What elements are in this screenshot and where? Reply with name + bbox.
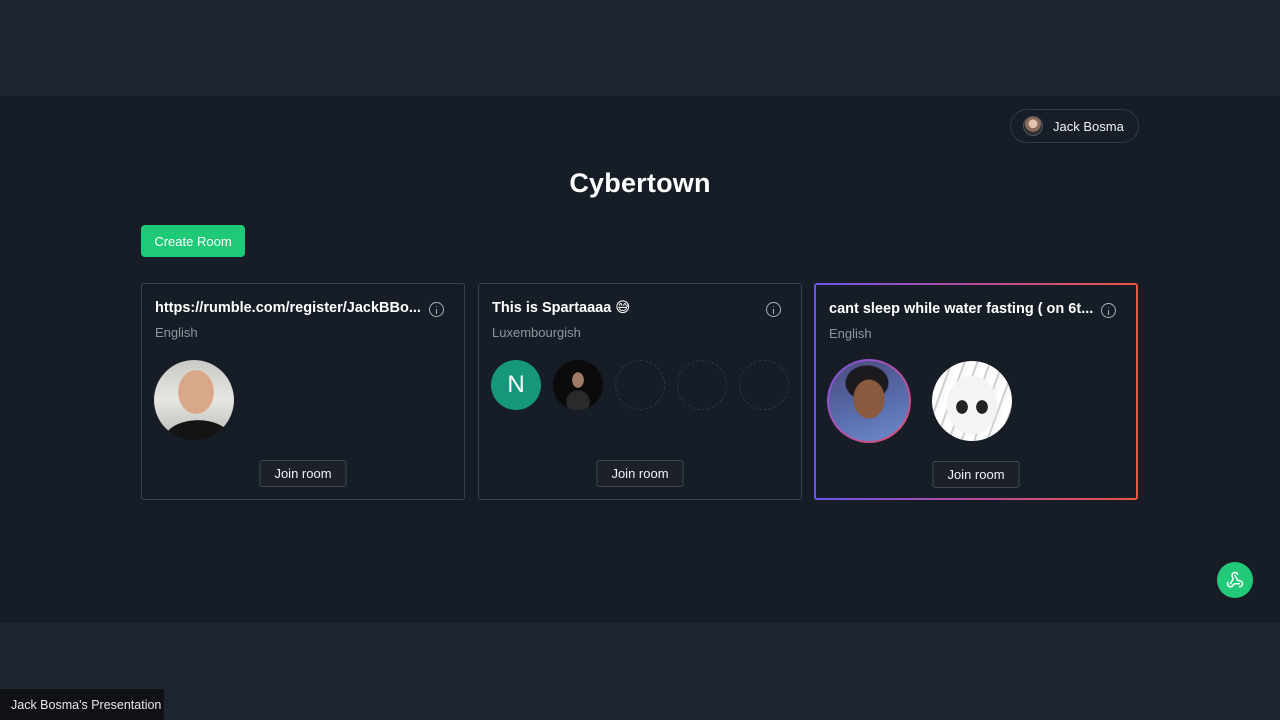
- presenter-label: Jack Bosma's Presentation: [0, 689, 164, 720]
- participant-avatar[interactable]: [553, 360, 603, 410]
- room-title: cant sleep while water fasting ( on 6t..…: [829, 301, 1094, 317]
- room-title: https://rumble.com/register/JackBBo...: [155, 300, 421, 316]
- participant-avatar[interactable]: [932, 361, 1012, 441]
- top-letterbox: [0, 0, 1280, 96]
- participant-avatar[interactable]: N: [491, 360, 541, 410]
- create-room-button[interactable]: Create Room: [141, 225, 245, 257]
- participant-avatar[interactable]: [154, 360, 234, 440]
- join-room-button[interactable]: Join room: [932, 461, 1020, 488]
- user-avatar: [1023, 116, 1043, 136]
- room-title: This is Spartaaaa 😅: [492, 300, 631, 316]
- join-room-button[interactable]: Join room: [596, 460, 684, 487]
- webhook-icon[interactable]: [1217, 562, 1253, 598]
- empty-seat: [615, 360, 665, 410]
- bottom-letterbox: [0, 623, 1280, 720]
- page-title: Cybertown: [569, 168, 711, 198]
- empty-seat: [739, 360, 789, 410]
- empty-seat: [677, 360, 727, 410]
- user-menu-button[interactable]: Jack Bosma: [1010, 109, 1139, 143]
- room-language: Luxembourgish: [492, 325, 581, 340]
- room-language: English: [155, 325, 198, 340]
- participant-avatar-speaking[interactable]: [827, 359, 911, 443]
- app-stage: Jack Bosma Cybertown Create Room https:/…: [0, 96, 1280, 623]
- join-room-button[interactable]: Join room: [259, 460, 347, 487]
- info-icon[interactable]: [766, 302, 781, 317]
- room-card: This is Spartaaaa 😅 Luxembourgish N Join…: [478, 283, 802, 500]
- room-card-active: cant sleep while water fasting ( on 6t..…: [814, 283, 1138, 500]
- info-icon[interactable]: [429, 302, 444, 317]
- user-name: Jack Bosma: [1053, 118, 1124, 134]
- room-language: English: [829, 326, 872, 341]
- room-card: https://rumble.com/register/JackBBo... E…: [141, 283, 465, 500]
- info-icon[interactable]: [1101, 303, 1116, 318]
